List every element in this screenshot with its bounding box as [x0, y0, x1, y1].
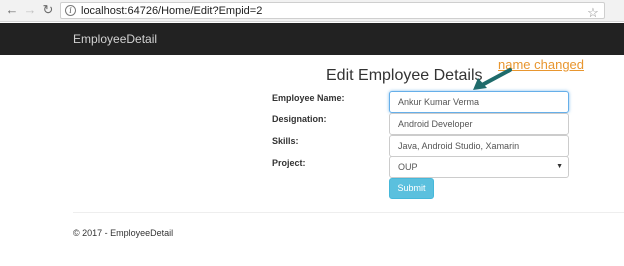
- app-navbar: EmployeeDetail: [0, 23, 624, 55]
- project-select-value: OUP: [398, 162, 418, 172]
- url-text[interactable]: localhost:64726/Home/Edit?Empid=2: [81, 4, 262, 18]
- footer-text: © 2017 - EmployeeDetail: [73, 228, 174, 238]
- skills-label: Skills:: [272, 136, 299, 146]
- project-label: Project:: [272, 158, 306, 168]
- submit-button[interactable]: Submit: [389, 178, 434, 199]
- arrow-right-icon[interactable]: →: [22, 2, 38, 18]
- project-select[interactable]: OUP ▼: [389, 156, 569, 178]
- brand-link[interactable]: EmployeeDetail: [73, 31, 157, 47]
- employee-name-label: Employee Name:: [272, 93, 345, 103]
- browser-toolbar: ← → ↻ i localhost:64726/Home/Edit?Empid=…: [0, 0, 624, 22]
- arrow-left-icon[interactable]: ←: [4, 2, 20, 18]
- chevron-down-icon: ▼: [556, 163, 563, 170]
- designation-label: Designation:: [272, 114, 327, 124]
- page-title: Edit Employee Details: [326, 67, 483, 84]
- address-bar[interactable]: i localhost:64726/Home/Edit?Empid=2 ☆: [60, 2, 605, 21]
- info-icon[interactable]: i: [65, 5, 76, 16]
- footer-divider: [73, 212, 624, 213]
- designation-input[interactable]: Android Developer: [389, 113, 569, 135]
- reload-icon[interactable]: ↻: [40, 2, 56, 18]
- skills-input[interactable]: Java, Android Studio, Xamarin: [389, 135, 569, 157]
- star-icon[interactable]: ☆: [586, 5, 600, 21]
- annotation-arrow-icon: [473, 68, 512, 90]
- employee-name-input[interactable]: Ankur Kumar Verma: [389, 91, 569, 113]
